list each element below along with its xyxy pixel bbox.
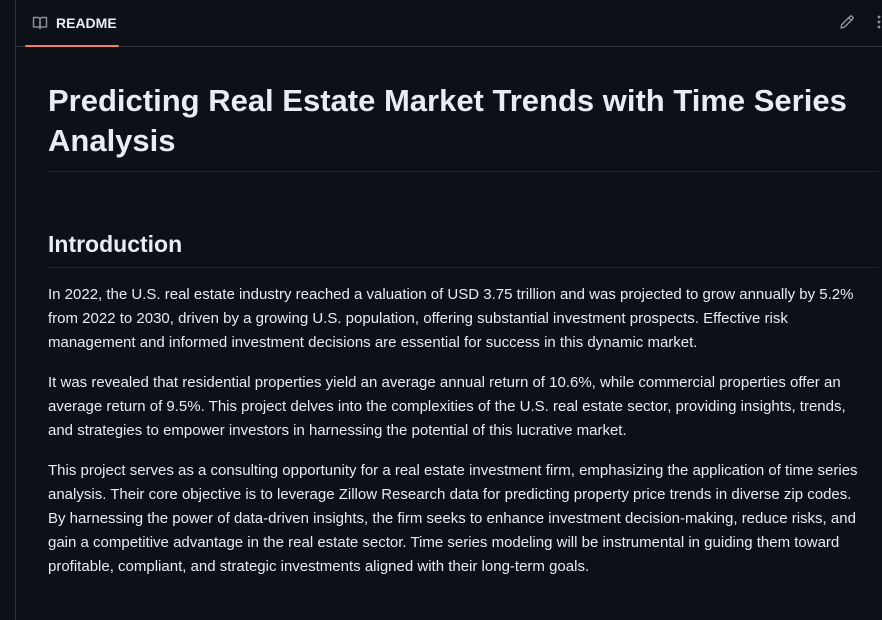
kebab-horizontal-icon[interactable]: [874, 13, 882, 31]
paragraph-property-returns: It was revealed that residential propert…: [48, 374, 846, 439]
introduction-heading: Introduction: [48, 227, 878, 268]
paragraph-market-valuation: In 2022, the U.S. real estate industry r…: [48, 286, 854, 351]
pencil-icon[interactable]: [838, 13, 856, 31]
tab-readme[interactable]: README: [25, 0, 119, 47]
book-icon: [32, 15, 48, 31]
readme-tab-bar: README: [16, 0, 882, 47]
tab-readme-label: README: [56, 15, 117, 31]
readme-title: Predicting Real Estate Market Trends wit…: [48, 46, 878, 172]
readme-panel: README Predicting Real Estate Market Tre…: [15, 0, 882, 620]
readme-content: Predicting Real Estate Market Trends wit…: [48, 46, 878, 579]
paragraph-project-objective: This project serves as a consulting oppo…: [48, 462, 858, 575]
